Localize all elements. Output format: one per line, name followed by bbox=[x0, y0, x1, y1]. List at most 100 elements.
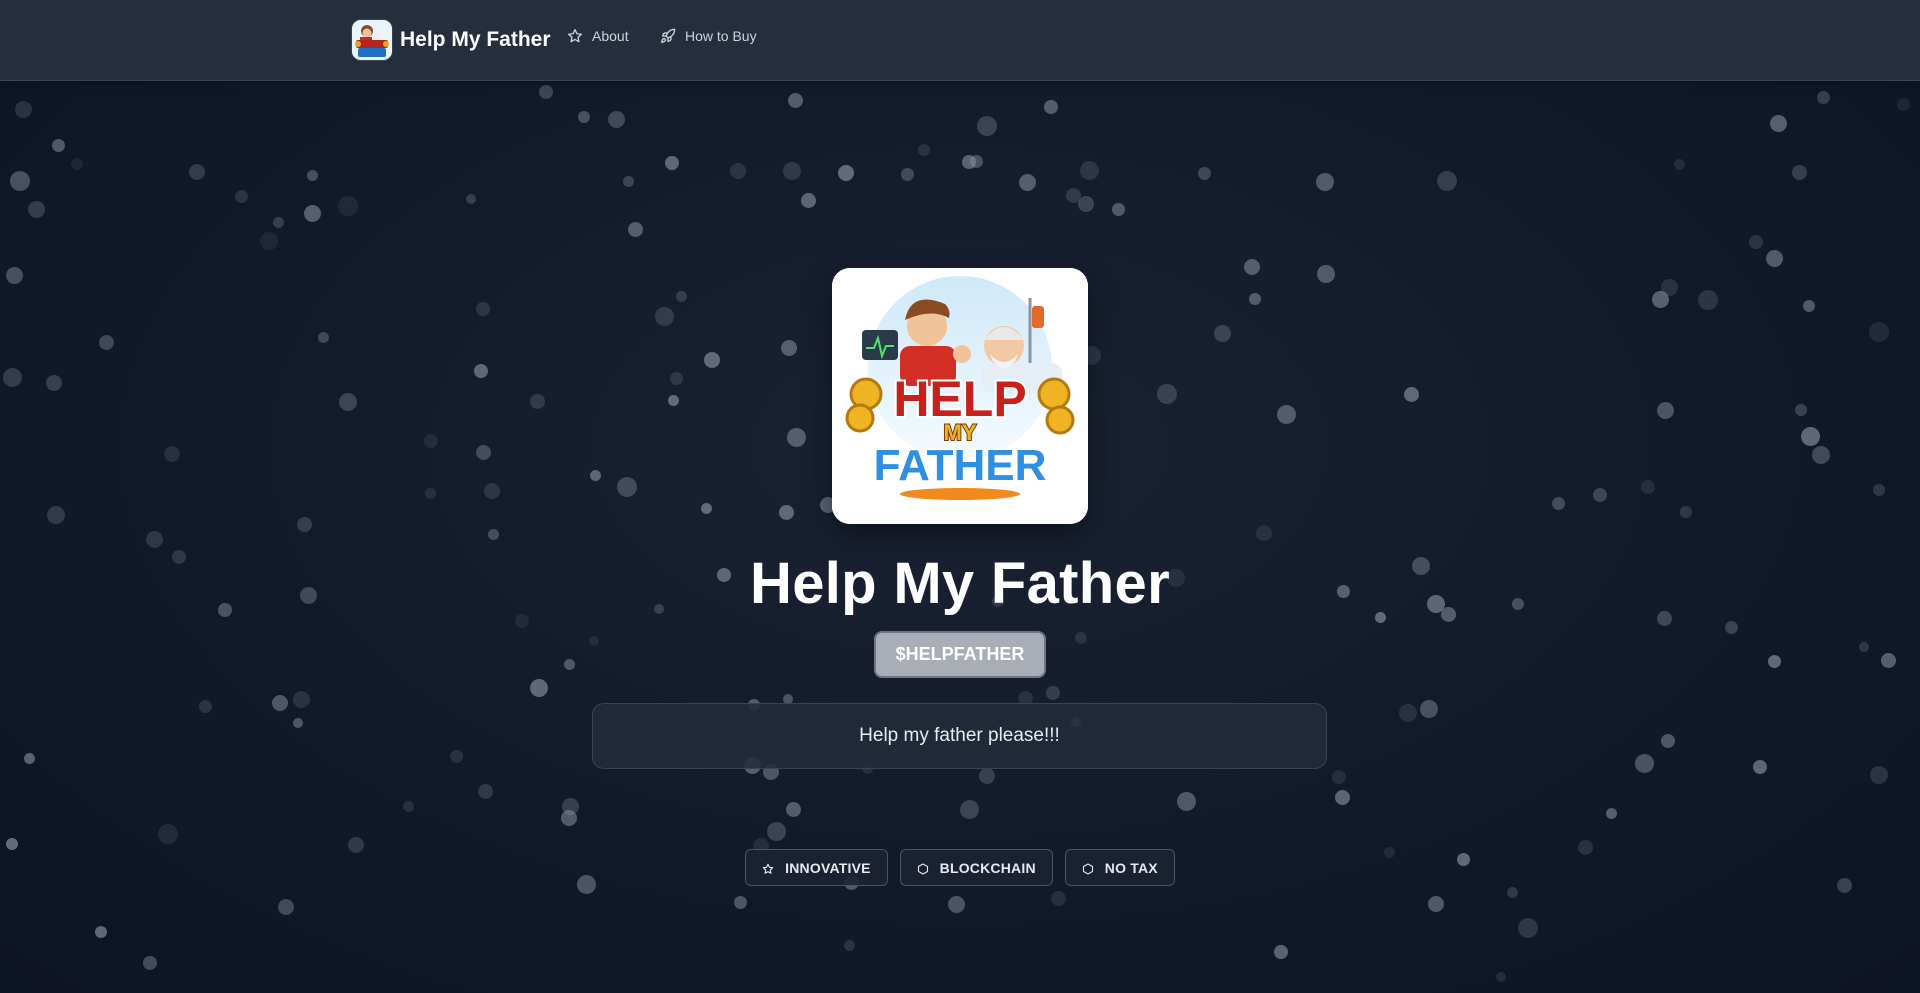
particle-dot bbox=[1332, 770, 1346, 784]
particle-dot bbox=[781, 340, 797, 356]
particle-dot bbox=[1051, 891, 1066, 906]
particle-dot bbox=[46, 375, 62, 391]
particle-dot bbox=[628, 222, 643, 237]
brand[interactable]: Help My Father bbox=[352, 20, 551, 60]
particle-dot bbox=[476, 445, 491, 460]
particle-dot bbox=[786, 802, 801, 817]
particle-dot bbox=[623, 176, 634, 187]
particle-dot bbox=[1859, 642, 1869, 652]
particle-dot bbox=[1749, 235, 1763, 249]
particle-dot bbox=[189, 164, 205, 180]
hexagon-icon bbox=[917, 862, 929, 875]
particle-dot bbox=[278, 899, 294, 915]
particle-dot bbox=[1817, 91, 1830, 104]
logo-text-help: HELP bbox=[893, 371, 1026, 427]
particle-dot bbox=[1420, 700, 1438, 718]
particle-dot bbox=[918, 144, 930, 156]
particle-dot bbox=[1019, 174, 1036, 191]
particle-dot bbox=[1404, 387, 1419, 402]
particle-dot bbox=[338, 196, 358, 216]
particle-dot bbox=[1214, 325, 1231, 342]
particle-dot bbox=[6, 267, 23, 284]
particle-dot bbox=[1112, 203, 1125, 216]
particle-dot bbox=[1792, 165, 1807, 180]
particle-dot bbox=[1593, 488, 1607, 502]
particle-dot bbox=[578, 111, 590, 123]
particle-dot bbox=[1674, 159, 1685, 170]
particle-dot bbox=[1725, 621, 1738, 634]
star-icon bbox=[762, 862, 774, 874]
particle-dot bbox=[272, 695, 288, 711]
nav-about-link[interactable]: About bbox=[567, 28, 629, 44]
tagline: Help my father please!!! bbox=[592, 703, 1327, 769]
particle-dot bbox=[476, 302, 490, 316]
particle-dot bbox=[10, 171, 30, 191]
particle-dot bbox=[1496, 972, 1506, 982]
particle-dot bbox=[948, 896, 965, 913]
particle-dot bbox=[164, 446, 180, 462]
particle-dot bbox=[403, 801, 414, 812]
particle-dot bbox=[655, 307, 674, 326]
rocket-icon bbox=[660, 28, 676, 44]
particle-dot bbox=[1869, 322, 1889, 342]
particle-dot bbox=[901, 168, 914, 181]
star-icon bbox=[567, 28, 583, 44]
particle-dot bbox=[478, 784, 493, 799]
particle-dot bbox=[488, 529, 499, 540]
particle-dot bbox=[1177, 792, 1196, 811]
particle-dot bbox=[1641, 480, 1655, 494]
particle-dot bbox=[1698, 290, 1718, 310]
ticker-button[interactable]: $HELPFATHER bbox=[874, 631, 1046, 678]
particle-dot bbox=[1428, 896, 1444, 912]
particle-dot bbox=[1075, 632, 1087, 644]
particle-dot bbox=[273, 217, 284, 228]
particle-dot bbox=[1274, 945, 1288, 959]
logo-text-father: FATHER bbox=[874, 441, 1047, 490]
hero-logo: HELP MY FATHER bbox=[832, 268, 1088, 524]
particle-dot bbox=[297, 517, 312, 532]
particle-dot bbox=[1768, 655, 1781, 668]
particle-dot bbox=[676, 291, 687, 302]
nav-about-label: About bbox=[592, 28, 629, 44]
particle-dot bbox=[158, 824, 178, 844]
badge-label: NO TAX bbox=[1104, 859, 1158, 876]
particle-dot bbox=[589, 636, 599, 646]
particle-dot bbox=[15, 101, 32, 118]
particle-dot bbox=[1770, 115, 1787, 132]
particle-dot bbox=[99, 335, 114, 350]
particle-dot bbox=[466, 194, 476, 204]
hexagon-icon bbox=[1082, 862, 1094, 875]
nav-how-to-buy-link[interactable]: How to Buy bbox=[660, 28, 757, 44]
particle-dot bbox=[1881, 653, 1896, 668]
brand-name: Help My Father bbox=[400, 28, 551, 51]
particle-dot bbox=[1552, 497, 1565, 510]
particle-dot bbox=[1795, 404, 1807, 416]
particle-dot bbox=[779, 505, 794, 520]
particle-dot bbox=[1080, 161, 1099, 180]
brand-logo bbox=[352, 20, 392, 60]
particle-dot bbox=[1046, 686, 1060, 700]
particle-dot bbox=[47, 506, 65, 524]
particle-dot bbox=[3, 368, 22, 387]
particle-dot bbox=[1661, 279, 1678, 296]
particle-dot bbox=[1157, 384, 1177, 404]
particle-dot bbox=[235, 190, 248, 203]
particle-dot bbox=[1661, 734, 1675, 748]
particle-dot bbox=[474, 364, 488, 378]
particle-dot bbox=[1437, 171, 1457, 191]
particle-dot bbox=[1244, 259, 1260, 275]
particle-dot bbox=[1870, 766, 1888, 784]
particle-dot bbox=[143, 956, 157, 970]
particle-dot bbox=[670, 372, 683, 385]
particle-dot bbox=[530, 679, 548, 697]
particle-dot bbox=[307, 170, 318, 181]
particle-dot bbox=[1044, 100, 1058, 114]
particle-dot bbox=[1766, 250, 1783, 267]
particle-dot bbox=[970, 155, 983, 168]
particle-dot bbox=[1518, 918, 1538, 938]
particle-dot bbox=[1399, 704, 1417, 722]
particle-dot bbox=[1753, 760, 1767, 774]
badge-innovative: INNOVATIVE bbox=[745, 849, 888, 886]
particle-dot bbox=[1256, 525, 1272, 541]
particle-dot bbox=[960, 800, 979, 819]
